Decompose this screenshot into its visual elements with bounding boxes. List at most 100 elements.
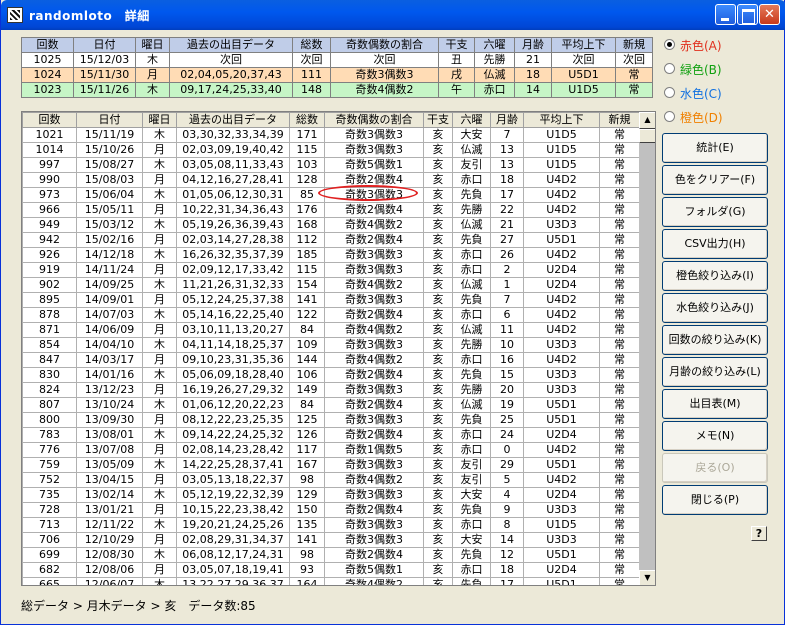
recent-table-row[interactable]: 1023 15/11/26 木 09,17,24,25,33,40 148 奇数4偶数2 午… — [21, 82, 653, 98]
scroll-down-icon[interactable]: ▼ — [639, 570, 655, 585]
results-table-row[interactable]: 752 13/04/15 月 03,05,13,18,22,37 98 奇数4偶数2 亥友引… — [22, 472, 640, 488]
vertical-scrollbar[interactable]: ▲ ▼ — [639, 112, 655, 585]
results-table-row[interactable]: 919 14/11/24 月 02,09,12,17,33,42 115 奇数3偶数3 亥赤… — [22, 262, 640, 278]
results-cell: 01,06,12,20,22,23 — [176, 397, 290, 413]
results-cell: U3D3 — [523, 532, 600, 548]
results-header-cell[interactable]: 日付 — [76, 112, 143, 128]
results-table-row[interactable]: 713 12/11/22 木 19,20,21,24,25,26 135 奇数3偶数3 亥赤… — [22, 517, 640, 533]
results-cell: 仏滅 — [452, 142, 491, 158]
results-header-cell[interactable]: 曜日 — [142, 112, 177, 128]
recent-cell: 111 — [292, 67, 331, 83]
recent-header-cell[interactable]: 曜日 — [135, 37, 170, 53]
recent-header-cell[interactable]: 新規 — [615, 37, 653, 53]
results-cell: 02,09,12,17,33,42 — [176, 262, 290, 278]
results-cell: 亥 — [423, 457, 453, 473]
maximize-button[interactable] — [737, 4, 758, 25]
help-button[interactable]: ? — [751, 526, 767, 541]
results-table-row[interactable]: 902 14/09/25 木 11,21,26,31,32,33 154 奇数4偶数2 亥仏… — [22, 277, 640, 293]
results-cell: 15/05/11 — [76, 202, 143, 218]
results-cell: 亥 — [423, 247, 453, 263]
blue-filter-button[interactable]: 水色絞り込み(J) — [662, 293, 768, 323]
results-table-row[interactable]: 807 13/10/24 木 01,06,12,20,22,23 84 奇数2偶数4 亥仏滅… — [22, 397, 640, 413]
recent-table-row[interactable]: 1025 15/12/03 木次回 次回 次回丑先勝 21 次回 次回 — [21, 52, 653, 68]
recent-header-cell[interactable]: 奇数偶数の割合 — [330, 37, 439, 53]
results-table-row[interactable]: 847 14/03/17 月 09,10,23,31,35,36 144 奇数4偶数2 亥赤… — [22, 352, 640, 368]
results-cell: 木 — [142, 577, 177, 585]
recent-header-cell[interactable]: 平均上下 — [551, 37, 616, 53]
back-button[interactable]: 戻る(O) — [662, 453, 768, 483]
results-table-row[interactable]: 830 14/01/16 木 05,06,09,18,28,40 106 奇数2偶数4 亥先… — [22, 367, 640, 383]
results-table-row[interactable]: 665 12/06/07 木 13,22,27,29,36,37 164 奇数4偶数2 亥先… — [22, 577, 640, 585]
results-cell: 常 — [599, 127, 640, 143]
results-table-row[interactable]: 1021 15/11/19 木 03,30,32,33,34,39 171 奇数3偶数3 亥… — [22, 127, 640, 143]
recent-header-cell[interactable]: 総数 — [292, 37, 331, 53]
recent-cell: 15/11/30 — [73, 67, 136, 83]
results-table-row[interactable]: 949 15/03/12 木 05,19,26,36,39,43 168 奇数4偶数2 亥仏… — [22, 217, 640, 233]
title-bar[interactable]: randomloto 詳細 ✕ — [1, 0, 785, 30]
results-table-row[interactable]: 682 12/08/06 月 03,05,07,18,19,41 93 奇数5偶数1 亥赤口… — [22, 562, 640, 578]
draw-number-filter-button[interactable]: 回数の絞り込み(K) — [662, 325, 768, 355]
results-table-row[interactable]: 990 15/08/03 月 04,12,16,27,28,41 128 奇数2偶数4 亥赤… — [22, 172, 640, 188]
results-header-cell[interactable]: 干支 — [423, 112, 453, 128]
folder-button[interactable]: フォルダ(G) — [662, 197, 768, 227]
results-header-cell[interactable]: 月齢 — [490, 112, 524, 128]
scroll-thumb[interactable] — [639, 129, 655, 143]
results-cell: 98 — [289, 472, 325, 488]
results-table-row[interactable]: 942 15/02/16 月 02,03,14,27,28,38 112 奇数2偶数4 亥先… — [22, 232, 640, 248]
close-dialog-button[interactable]: 閉じる(P) — [662, 485, 768, 515]
results-table-row[interactable]: 776 13/07/08 月 02,08,14,23,28,42 117 奇数1偶数5 亥赤… — [22, 442, 640, 458]
recent-header-cell[interactable]: 干支 — [438, 37, 475, 53]
results-table-row[interactable]: 728 13/01/21 月 10,15,22,23,38,42 150 奇数2偶数4 亥先… — [22, 502, 640, 518]
results-table-row[interactable]: 973 15/06/04 木 01,05,06,12,30,31 85 奇数3偶数3 亥先負… — [22, 187, 640, 203]
results-table-row[interactable]: 824 13/12/23 月 16,19,26,27,29,32 149 奇数3偶数3 亥先… — [22, 382, 640, 398]
recent-header-cell[interactable]: 回数 — [21, 37, 74, 53]
results-cell: 月 — [142, 142, 177, 158]
results-table-row[interactable]: 966 15/05/11 月 10,22,31,34,36,43 176 奇数2偶数4 亥先… — [22, 202, 640, 218]
results-header-cell[interactable]: 新規 — [599, 112, 640, 128]
recent-header-cell[interactable]: 月齢 — [514, 37, 552, 53]
scroll-up-icon[interactable]: ▲ — [639, 112, 655, 129]
results-cell: U5D1 — [523, 547, 600, 563]
results-header-cell[interactable]: 奇数偶数の割合 — [324, 112, 424, 128]
results-table-row[interactable]: 800 13/09/30 月 08,12,22,23,25,35 125 奇数3偶数3 亥先… — [22, 412, 640, 428]
results-table-row[interactable]: 926 14/12/18 木 16,26,32,35,37,39 185 奇数3偶数3 亥赤… — [22, 247, 640, 263]
results-cell: 149 — [289, 382, 325, 398]
clear-color-button[interactable]: 色をクリアー(F) — [662, 165, 768, 195]
recent-header-cell[interactable]: 過去の出目データ — [169, 37, 293, 53]
results-table-row[interactable]: 878 14/07/03 木 05,14,16,22,25,40 122 奇数2偶数4 亥赤… — [22, 307, 640, 323]
moon-age-filter-button[interactable]: 月齢の絞り込み(L) — [662, 357, 768, 387]
orange-filter-button[interactable]: 橙色絞り込み(I) — [662, 261, 768, 291]
results-grid[interactable]: 回数 日付 曜日 過去の出目データ 総数 奇数偶数の割合 干支 六曜 月齢 平均上下 新規 1021… — [21, 111, 656, 586]
results-header-cell[interactable]: 六曜 — [452, 112, 491, 128]
results-table-row[interactable]: 871 14/06/09 月 03,10,11,13,20,27 84 奇数4偶数2 亥仏滅… — [22, 322, 640, 338]
results-cell: 752 — [22, 472, 77, 488]
memo-button[interactable]: メモ(N) — [662, 421, 768, 451]
results-table-row[interactable]: 997 15/08/27 木 03,05,08,11,33,43 103 奇数5偶数1 亥友… — [22, 157, 640, 173]
recent-header-cell[interactable]: 日付 — [73, 37, 136, 53]
results-table-row[interactable]: 759 13/05/09 木 14,22,25,28,37,41 167 奇数3偶数3 亥友… — [22, 457, 640, 473]
close-button[interactable]: ✕ — [759, 4, 780, 25]
results-table-row[interactable]: 706 12/10/29 月 02,08,29,31,34,37 141 奇数3偶数3 亥大… — [22, 532, 640, 548]
frequency-table-button[interactable]: 出目表(M) — [662, 389, 768, 419]
results-cell: 亥 — [423, 367, 453, 383]
results-cell: 919 — [22, 262, 77, 278]
results-table-row[interactable]: 699 12/08/30 木 06,08,12,17,24,31 98 奇数2偶数4 亥先負… — [22, 547, 640, 563]
stats-button[interactable]: 統計(E) — [662, 133, 768, 163]
results-header-cell[interactable]: 回数 — [22, 112, 77, 128]
results-header-cell[interactable]: 総数 — [289, 112, 325, 128]
minimize-button[interactable] — [715, 4, 736, 25]
results-cell: 14/09/01 — [76, 292, 143, 308]
results-table-row[interactable]: 895 14/09/01 月 05,12,24,25,37,38 141 奇数3偶数3 亥先… — [22, 292, 640, 308]
csv-export-button[interactable]: CSV出力(H) — [662, 229, 768, 259]
results-table-row[interactable]: 854 14/04/10 木 04,11,14,18,25,37 109 奇数3偶数3 亥先… — [22, 337, 640, 353]
recent-header-cell[interactable]: 六曜 — [474, 37, 515, 53]
results-header-cell[interactable]: 平均上下 — [523, 112, 600, 128]
results-cell: 奇数4偶数2 — [324, 472, 424, 488]
results-table-row[interactable]: 735 13/02/14 木 05,12,19,22,32,39 129 奇数3偶数3 亥大… — [22, 487, 640, 503]
results-table-row[interactable]: 1014 15/10/26 月 02,03,09,19,40,42 115 奇数3偶数3 亥… — [22, 142, 640, 158]
results-header-cell[interactable]: 過去の出目データ — [176, 112, 290, 128]
results-cell: 亥 — [423, 382, 453, 398]
results-table-row[interactable]: 783 13/08/01 木 09,14,22,24,25,32 126 奇数2偶数4 亥赤… — [22, 427, 640, 443]
recent-table-row[interactable]: 1024 15/11/30 月 02,04,05,20,37,43 111 奇数3偶数3 戌… — [21, 67, 653, 83]
results-cell: 先負 — [452, 502, 491, 518]
